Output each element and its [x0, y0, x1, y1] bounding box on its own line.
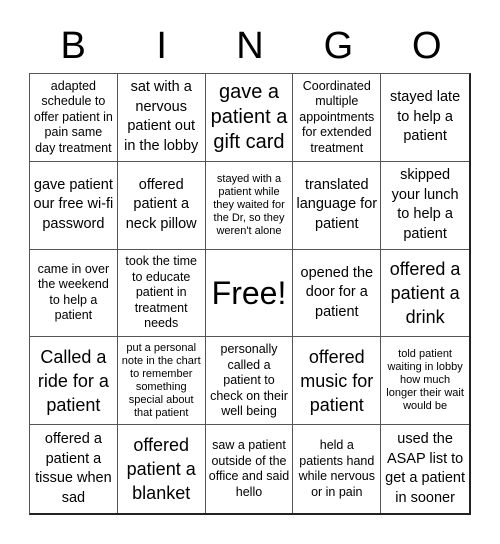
- bingo-cell[interactable]: told patient waiting in lobby how much l…: [381, 337, 469, 426]
- bingo-cell[interactable]: gave patient our free wi-fi password: [30, 161, 118, 250]
- bingo-cell[interactable]: held a patients hand while nervous or in…: [293, 425, 382, 513]
- bingo-cell[interactable]: came in over the weekend to help a patie…: [30, 249, 118, 338]
- bingo-cell-text: came in over the weekend to help a patie…: [37, 261, 110, 323]
- bingo-cell[interactable]: took the time to educate patient in trea…: [117, 249, 206, 338]
- bingo-cell[interactable]: Called a ride for a patient: [30, 337, 118, 426]
- bingo-cell[interactable]: sat with a nervous patient out in the lo…: [117, 74, 206, 162]
- bingo-cell[interactable]: saw a patient outside of the office and …: [206, 425, 294, 513]
- bingo-cell[interactable]: personally called a patient to check on …: [205, 337, 294, 426]
- bingo-cell-text: told patient waiting in lobby how much l…: [386, 348, 464, 413]
- bingo-cell-text: skipped your lunch to help a patient: [391, 167, 459, 242]
- bingo-grid: adapted schedule to offer patient in pai…: [29, 73, 471, 515]
- bingo-cell-text: opened the door for a patient: [300, 264, 374, 320]
- header-letter-b: B: [60, 25, 86, 67]
- bingo-cell-text: saw a patient outside of the office and …: [208, 438, 290, 499]
- bingo-cell[interactable]: skipped your lunch to help a patient: [381, 162, 469, 250]
- bingo-cell[interactable]: Coordinated multiple appointments for ex…: [293, 74, 382, 162]
- bingo-cell-text: sat with a nervous patient out in the lo…: [124, 79, 199, 154]
- bingo-cell-text: personally called a patient to check on …: [210, 342, 288, 419]
- bingo-cell[interactable]: offered a patient a tissue when sad: [30, 425, 118, 513]
- bingo-cell[interactable]: offered a patient a drink: [381, 250, 469, 338]
- bingo-cell[interactable]: offered patient a neck pillow: [117, 161, 206, 250]
- bingo-cell-text: offered patient a blanket: [126, 435, 196, 504]
- bingo-cell[interactable]: put a personal note in the chart to reme…: [117, 337, 206, 426]
- bingo-cell[interactable]: offered music for patient: [293, 337, 382, 426]
- bingo-cell-text: adapted schedule to offer patient in pai…: [33, 78, 113, 155]
- bingo-cell[interactable]: translated language for patient: [293, 161, 382, 250]
- bingo-cell[interactable]: stayed with a patient while they waited …: [205, 161, 294, 250]
- bingo-cell-text: put a personal note in the chart to reme…: [121, 341, 201, 419]
- bingo-cell[interactable]: offered patient a blanket: [118, 425, 206, 513]
- bingo-cell-free[interactable]: Free!: [205, 249, 294, 338]
- bingo-cell-text: offered music for patient: [300, 346, 374, 415]
- bingo-header: B I N G O: [29, 20, 471, 72]
- header-letter-o: O: [412, 25, 442, 67]
- bingo-cell-text: stayed late to help a patient: [390, 89, 461, 145]
- bingo-cell[interactable]: adapted schedule to offer patient in pai…: [30, 74, 118, 162]
- bingo-cell-text: translated language for patient: [296, 176, 378, 232]
- bingo-cell-text: offered a patient a tissue when sad: [35, 431, 112, 506]
- bingo-cell[interactable]: gave a patient a gift card: [205, 74, 294, 162]
- header-letter-n: N: [236, 25, 264, 67]
- bingo-cell[interactable]: stayed late to help a patient: [381, 74, 469, 162]
- bingo-cell-text: gave a patient a gift card: [210, 80, 288, 153]
- bingo-cell-text: stayed with a patient while they waited …: [213, 172, 285, 237]
- bingo-cell-text: used the ASAP list to get a patient in s…: [385, 431, 465, 506]
- bingo-cell-text: took the time to educate patient in trea…: [125, 254, 197, 331]
- bingo-cell-text: Coordinated multiple appointments for ex…: [299, 78, 375, 155]
- bingo-cell-text: Free!: [211, 274, 287, 311]
- bingo-cell-text: offered patient a neck pillow: [125, 176, 197, 232]
- bingo-cell-text: gave patient our free wi-fi password: [33, 176, 114, 232]
- bingo-cell[interactable]: used the ASAP list to get a patient in s…: [381, 425, 469, 513]
- header-letter-i: I: [156, 25, 167, 67]
- bingo-cell[interactable]: opened the door for a patient: [293, 249, 382, 338]
- header-letter-g: G: [323, 25, 354, 67]
- bingo-cell-text: Called a ride for a patient: [37, 346, 109, 415]
- bingo-cell-text: held a patients hand while nervous or in…: [298, 438, 375, 499]
- bingo-cell-text: offered a patient a drink: [389, 258, 461, 327]
